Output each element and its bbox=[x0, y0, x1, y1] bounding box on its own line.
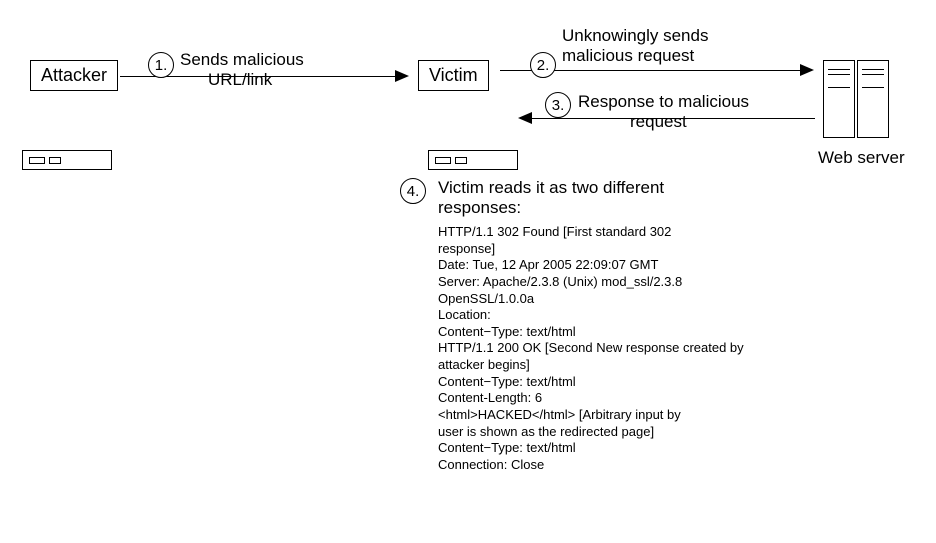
attacker-computer-icon bbox=[22, 98, 112, 170]
arrow-head-1 bbox=[395, 70, 409, 82]
response-line: Content-Length: 6 bbox=[438, 390, 778, 407]
step-3-text: Response to malicious request bbox=[578, 92, 749, 131]
response-line: HTTP/1.1 302 Found [First standard 302 bbox=[438, 224, 778, 241]
victim-computer-icon bbox=[428, 98, 518, 170]
response-line: <html>HACKED</html> [Arbitrary input by bbox=[438, 407, 778, 424]
response-line: Content−Type: text/html bbox=[438, 440, 778, 457]
response-line: Location: bbox=[438, 307, 778, 324]
step-2-line1: Unknowingly sends bbox=[562, 26, 708, 46]
response-block: Victim reads it as two different respons… bbox=[438, 178, 778, 473]
step-1-circle: 1. bbox=[148, 52, 174, 78]
step-4-circle: 4. bbox=[400, 178, 426, 204]
step-3-line1: Response to malicious bbox=[578, 92, 749, 112]
step-2-line2: malicious request bbox=[562, 46, 708, 66]
step-2-text: Unknowingly sends malicious request bbox=[562, 26, 708, 65]
victim-label: Victim bbox=[418, 60, 489, 91]
response-heading-1: Victim reads it as two different bbox=[438, 178, 778, 198]
response-heading-2: responses: bbox=[438, 198, 778, 218]
step-3-line2: request bbox=[630, 112, 749, 132]
step-1-line2: URL/link bbox=[208, 70, 304, 90]
arrow-head-3 bbox=[518, 112, 532, 124]
response-line: OpenSSL/1.0.0a bbox=[438, 291, 778, 308]
web-server-icon bbox=[822, 60, 890, 138]
response-line: attacker begins] bbox=[438, 357, 778, 374]
response-line: Connection: Close bbox=[438, 457, 778, 474]
response-line: Content−Type: text/html bbox=[438, 374, 778, 391]
response-line: user is shown as the redirected page] bbox=[438, 424, 778, 441]
web-server-label: Web server bbox=[818, 148, 905, 168]
step-3-circle: 3. bbox=[545, 92, 571, 118]
step-2-circle: 2. bbox=[530, 52, 556, 78]
response-line: Content−Type: text/html bbox=[438, 324, 778, 341]
response-details: HTTP/1.1 302 Found [First standard 302re… bbox=[438, 224, 778, 473]
response-line: Server: Apache/2.3.8 (Unix) mod_ssl/2.3.… bbox=[438, 274, 778, 291]
attacker-label: Attacker bbox=[30, 60, 118, 91]
response-line: response] bbox=[438, 241, 778, 258]
response-line: Date: Tue, 12 Apr 2005 22:09:07 GMT bbox=[438, 257, 778, 274]
response-line: HTTP/1.1 200 OK [Second New response cre… bbox=[438, 340, 778, 357]
step-1-line1: Sends malicious bbox=[180, 50, 304, 70]
step-1-text: Sends malicious URL/link bbox=[180, 50, 304, 89]
arrow-head-2 bbox=[800, 64, 814, 76]
